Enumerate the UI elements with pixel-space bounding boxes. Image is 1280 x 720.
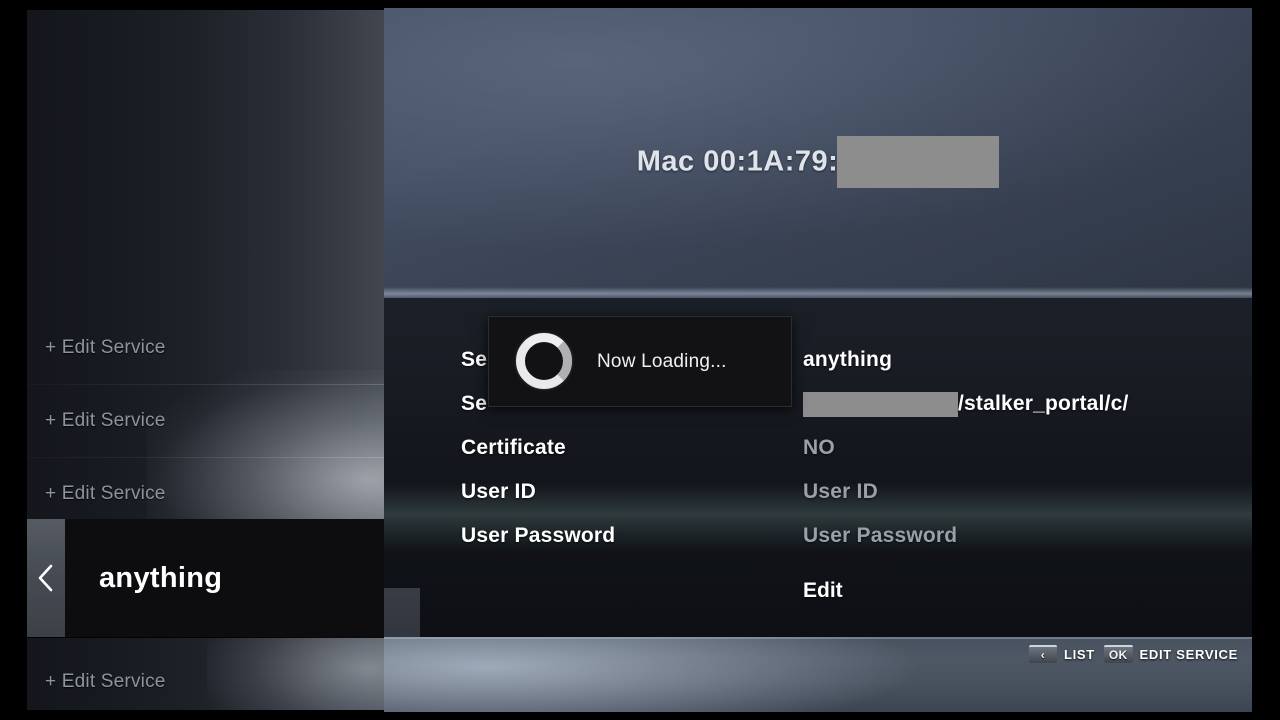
- user-id-input[interactable]: User ID: [803, 470, 878, 514]
- hint-label-edit-service: EDIT SERVICE: [1139, 646, 1238, 662]
- form-value[interactable]: /stalker_portal/c/: [803, 382, 1129, 426]
- server-url-redaction: [803, 391, 958, 417]
- mac-address-label: Mac 00:1A:79:: [636, 145, 839, 178]
- hint-edit-service[interactable]: OK EDIT SERVICE: [1103, 645, 1238, 663]
- form-row-certificate[interactable]: Certificate NO: [384, 426, 1252, 470]
- selected-service-card[interactable]: anything: [27, 519, 420, 637]
- server-url-suffix: /stalker_portal/c/: [958, 392, 1129, 415]
- selected-service-title: anything: [99, 561, 223, 594]
- form-label: User ID: [461, 480, 536, 503]
- ok-key-icon: OK: [1103, 645, 1133, 663]
- form-row-user-id[interactable]: User ID User ID: [384, 470, 1252, 514]
- user-password-input[interactable]: User Password: [803, 514, 957, 558]
- form-value[interactable]: NO: [803, 426, 835, 470]
- back-key-icon: ‹: [1028, 645, 1057, 663]
- hero-banner: Mac 00:1A:79:: [384, 8, 1252, 298]
- chevron-left-icon: [36, 562, 56, 594]
- bottom-hint-bar: ‹ LIST OK EDIT SERVICE: [384, 637, 1252, 712]
- key-hints: ‹ LIST OK EDIT SERVICE: [1028, 645, 1238, 663]
- sidebar-item-edit-service-2[interactable]: + Edit Service: [27, 385, 384, 457]
- sidebar-item-edit-service-4[interactable]: + Edit Service: [27, 646, 384, 710]
- hint-label-list: LIST: [1063, 646, 1095, 662]
- edit-button[interactable]: Edit: [803, 574, 843, 608]
- sidebar-item-label: + Edit Service: [45, 410, 166, 431]
- loading-dialog: Now Loading...: [488, 316, 792, 407]
- mac-address-line: Mac 00:1A:79:: [384, 136, 1252, 188]
- form-label: User Password: [461, 524, 616, 547]
- mac-address-redaction: [837, 136, 1000, 188]
- sidebar-item-edit-service-1[interactable]: + Edit Service: [27, 312, 384, 384]
- hint-list[interactable]: ‹ LIST: [1028, 645, 1095, 663]
- form-label: Se: [461, 392, 488, 415]
- sidebar-item-label: + Edit Service: [45, 671, 166, 692]
- back-button[interactable]: [27, 519, 65, 637]
- sidebar-item-label: + Edit Service: [45, 483, 166, 504]
- form-row-user-password[interactable]: User Password User Password: [384, 514, 1252, 558]
- sidebar-item-label: + Edit Service: [45, 337, 166, 358]
- loading-spinner-icon: [516, 333, 572, 389]
- tv-app-screen: + Edit Service + Edit Service + Edit Ser…: [0, 0, 1280, 720]
- bottom-bar-top-line: [384, 637, 1252, 639]
- form-label: Certificate: [461, 436, 566, 459]
- form-value[interactable]: anything: [803, 338, 892, 382]
- form-label: Se: [461, 348, 488, 371]
- loading-dialog-text: Now Loading...: [597, 350, 727, 372]
